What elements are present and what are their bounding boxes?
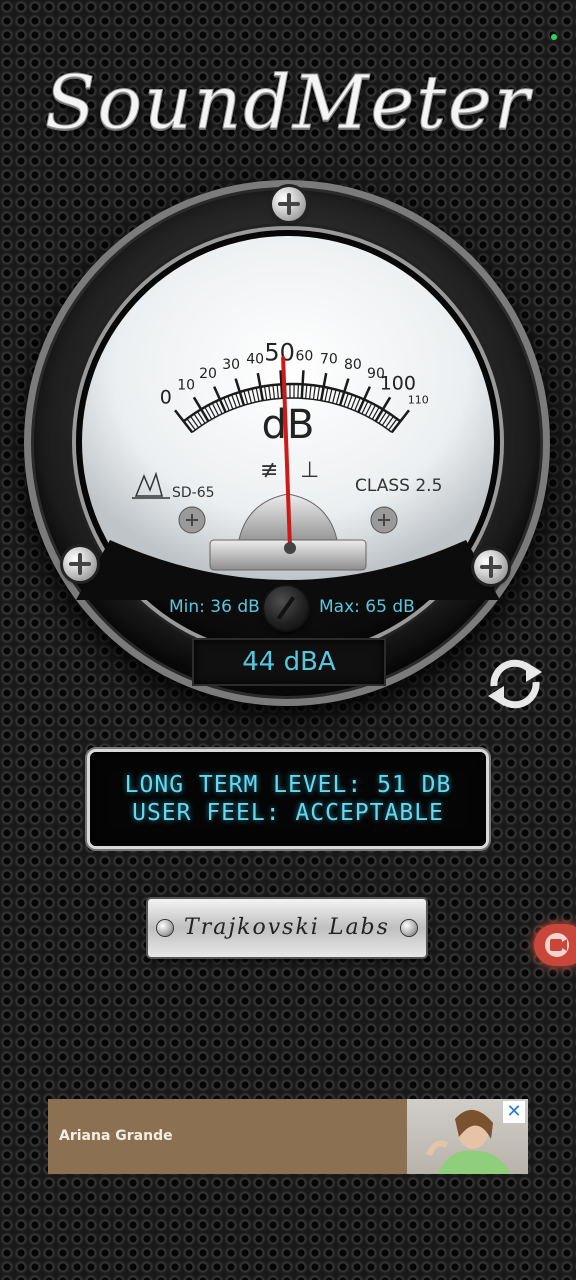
scale-label: 20 <box>199 366 217 382</box>
needle-pivot <box>284 542 296 554</box>
scale-label: 80 <box>344 357 362 373</box>
bezel-screw-top <box>272 187 306 221</box>
meter-class: CLASS 2.5 <box>355 476 442 496</box>
ad-close-button[interactable]: ✕ <box>503 1101 525 1123</box>
scale-label: 100 <box>380 372 416 394</box>
meter-model: SD-65 <box>172 485 215 501</box>
video-record-icon <box>545 933 569 957</box>
scale-label: 40 <box>246 351 264 367</box>
max-reading: Max: 65 dB <box>319 597 415 617</box>
refresh-icon <box>488 659 542 709</box>
scale-label: 60 <box>295 348 313 364</box>
brand-plate[interactable]: Trajkovski Labs <box>148 899 426 957</box>
scale-label: 50 <box>264 338 295 366</box>
bezel-screw-left <box>63 547 97 581</box>
meter-symbol-right: ⊥ <box>300 458 319 483</box>
long-term-level-text: LONG TERM LEVEL: 51 DB <box>124 772 452 798</box>
scale-label: 110 <box>408 393 429 406</box>
scale-label: 30 <box>222 357 240 373</box>
screen-record-button[interactable] <box>534 924 576 966</box>
scale-label: 10 <box>177 377 195 393</box>
scale-tick <box>300 370 305 399</box>
ad-text: Ariana Grande <box>59 1128 173 1144</box>
brand-name: Trajkovski Labs <box>184 915 390 940</box>
scale-label: 0 <box>160 386 172 408</box>
bezel-screw-right <box>474 550 508 584</box>
current-reading-display: 44 dBA <box>192 638 386 686</box>
scale-tick <box>297 384 299 399</box>
meter-symbol-left: ≢ <box>260 458 278 483</box>
reset-button[interactable] <box>482 656 548 712</box>
calibration-knob[interactable] <box>264 586 308 630</box>
ad-banner[interactable]: Ariana Grande ✕ <box>48 1099 528 1174</box>
user-feel-text: USER FEEL: ACCEPTABLE <box>132 800 444 826</box>
min-reading: Min: 36 dB <box>169 597 260 617</box>
scale-label: 70 <box>320 351 338 367</box>
long-term-level-display: LONG TERM LEVEL: 51 DB USER FEEL: ACCEPT… <box>90 752 486 846</box>
